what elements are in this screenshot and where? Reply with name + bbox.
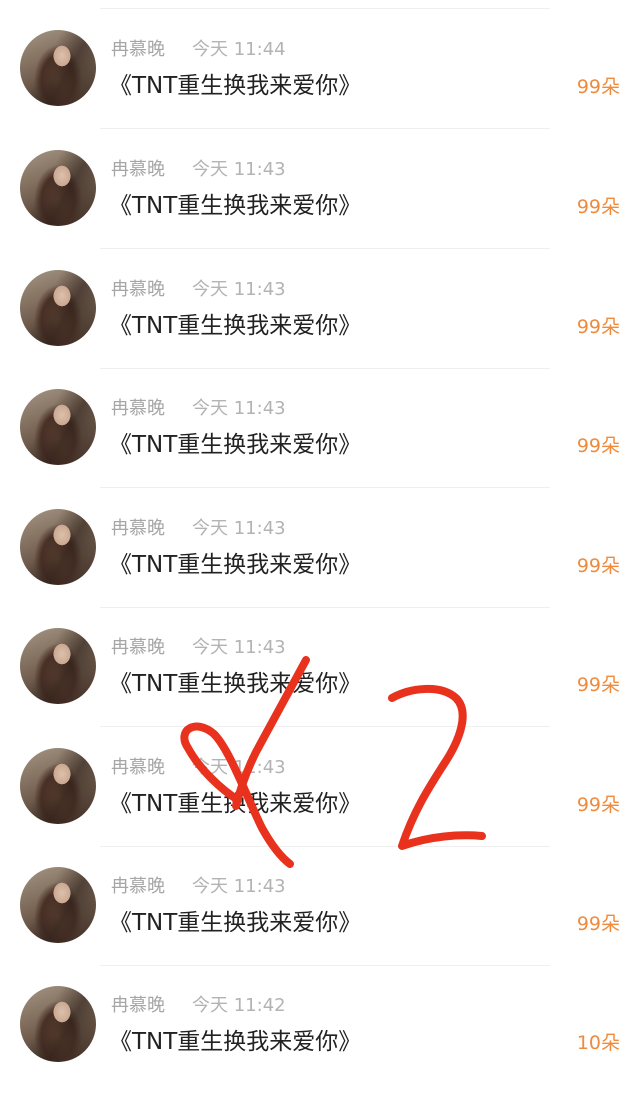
list-item[interactable]: 冉慕晚 今天 11:43 《TNT重生换我来爱你》 99朵 (0, 628, 640, 748)
avatar[interactable] (20, 150, 96, 226)
user-name: 冉慕晚 (111, 876, 165, 897)
divider (100, 8, 550, 9)
user-name: 冉慕晚 (111, 995, 165, 1016)
timestamp: 今天 11:42 (192, 995, 286, 1016)
user-name: 冉慕晚 (111, 39, 165, 60)
list-item[interactable]: 冉慕晚 今天 11:44 《TNT重生换我来爱你》 99朵 (0, 30, 640, 150)
divider (100, 248, 550, 249)
book-title: 《TNT重生换我来爱你》 (109, 73, 362, 99)
timestamp: 今天 11:43 (192, 757, 286, 778)
user-name: 冉慕晚 (111, 398, 165, 419)
book-title: 《TNT重生换我来爱你》 (109, 552, 362, 578)
book-title: 《TNT重生换我来爱你》 (109, 193, 362, 219)
avatar[interactable] (20, 628, 96, 704)
flower-count: 99朵 (576, 196, 620, 218)
user-name: 冉慕晚 (111, 757, 165, 778)
flower-count: 10朵 (576, 1032, 620, 1054)
user-name: 冉慕晚 (111, 159, 165, 180)
avatar[interactable] (20, 509, 96, 585)
user-name: 冉慕晚 (111, 518, 165, 539)
divider (100, 726, 550, 727)
list-item[interactable]: 冉慕晚 今天 11:43 《TNT重生换我来爱你》 99朵 (0, 270, 640, 390)
flower-count: 99朵 (576, 913, 620, 935)
divider (100, 607, 550, 608)
timestamp: 今天 11:43 (192, 398, 286, 419)
list-item[interactable]: 冉慕晚 今天 11:43 《TNT重生换我来爱你》 99朵 (0, 150, 640, 270)
timestamp: 今天 11:43 (192, 637, 286, 658)
avatar[interactable] (20, 867, 96, 943)
avatar[interactable] (20, 389, 96, 465)
list-item[interactable]: 冉慕晚 今天 11:42 《TNT重生换我来爱你》 10朵 (0, 986, 640, 1106)
user-name: 冉慕晚 (111, 637, 165, 658)
list-item[interactable]: 冉慕晚 今天 11:43 《TNT重生换我来爱你》 99朵 (0, 748, 640, 868)
timestamp: 今天 11:43 (192, 876, 286, 897)
book-title: 《TNT重生换我来爱你》 (109, 1029, 362, 1055)
list-item[interactable]: 冉慕晚 今天 11:43 《TNT重生换我来爱你》 99朵 (0, 867, 640, 987)
avatar[interactable] (20, 270, 96, 346)
user-name: 冉慕晚 (111, 279, 165, 300)
flower-count: 99朵 (576, 794, 620, 816)
list-item[interactable]: 冉慕晚 今天 11:43 《TNT重生换我来爱你》 99朵 (0, 509, 640, 629)
divider (100, 846, 550, 847)
flower-count: 99朵 (576, 316, 620, 338)
divider (100, 965, 550, 966)
gift-record-list: 冉慕晚 今天 11:44 《TNT重生换我来爱你》 99朵 冉慕晚 今天 11:… (0, 0, 640, 1082)
book-title: 《TNT重生换我来爱你》 (109, 671, 362, 697)
list-item[interactable]: 冉慕晚 今天 11:43 《TNT重生换我来爱你》 99朵 (0, 389, 640, 509)
avatar[interactable] (20, 30, 96, 106)
flower-count: 99朵 (576, 555, 620, 577)
timestamp: 今天 11:44 (192, 39, 286, 60)
avatar[interactable] (20, 748, 96, 824)
divider (100, 487, 550, 488)
book-title: 《TNT重生换我来爱你》 (109, 910, 362, 936)
book-title: 《TNT重生换我来爱你》 (109, 313, 362, 339)
book-title: 《TNT重生换我来爱你》 (109, 791, 362, 817)
timestamp: 今天 11:43 (192, 279, 286, 300)
flower-count: 99朵 (576, 435, 620, 457)
divider (100, 368, 550, 369)
timestamp: 今天 11:43 (192, 518, 286, 539)
divider (100, 128, 550, 129)
flower-count: 99朵 (576, 76, 620, 98)
flower-count: 99朵 (576, 674, 620, 696)
timestamp: 今天 11:43 (192, 159, 286, 180)
avatar[interactable] (20, 986, 96, 1062)
book-title: 《TNT重生换我来爱你》 (109, 432, 362, 458)
